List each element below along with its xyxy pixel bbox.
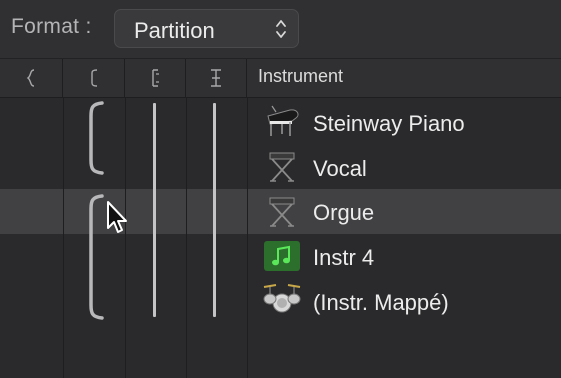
- column-bracket-line[interactable]: [125, 59, 186, 98]
- column-curly-brace[interactable]: [0, 59, 63, 98]
- column-header: Instrument: [0, 58, 561, 98]
- instrument-name: Instr 4: [313, 245, 375, 270]
- music-note-icon: [264, 241, 300, 271]
- format-label: Format :: [11, 15, 92, 38]
- mouse-cursor-icon: [107, 201, 127, 233]
- bar-line-group[interactable]: [213, 103, 216, 317]
- grand-piano-icon: [267, 105, 299, 136]
- instrument-column-header: Instrument: [258, 66, 344, 86]
- column-divider: [63, 98, 64, 378]
- bar-line-icon: [211, 69, 221, 87]
- instrument-name: (Instr. Mappé): [313, 290, 449, 315]
- up-down-chevron-icon: [276, 20, 286, 38]
- instrument-name: Steinway Piano: [313, 111, 465, 136]
- instrument-name: Vocal: [313, 156, 367, 181]
- column-divider: [247, 98, 248, 378]
- instrument-name: Orgue: [313, 200, 375, 225]
- column-divider: [186, 98, 187, 378]
- column-bar-line[interactable]: [186, 59, 247, 98]
- format-select-value: Partition: [134, 18, 215, 43]
- keyboard-stand-icon: [269, 197, 295, 227]
- column-square-bracket[interactable]: [63, 59, 125, 98]
- format-toolbar: Format : Partition: [0, 0, 561, 58]
- square-bracket-icon: [90, 69, 97, 87]
- bracket-line-group[interactable]: [153, 103, 156, 317]
- bracket-line-icon: [152, 69, 159, 87]
- keyboard-stand-icon: [269, 152, 295, 182]
- drum-kit-icon: [263, 284, 301, 313]
- column-divider: [125, 98, 126, 378]
- curly-brace-icon: [26, 69, 35, 87]
- format-select[interactable]: Partition: [114, 9, 299, 48]
